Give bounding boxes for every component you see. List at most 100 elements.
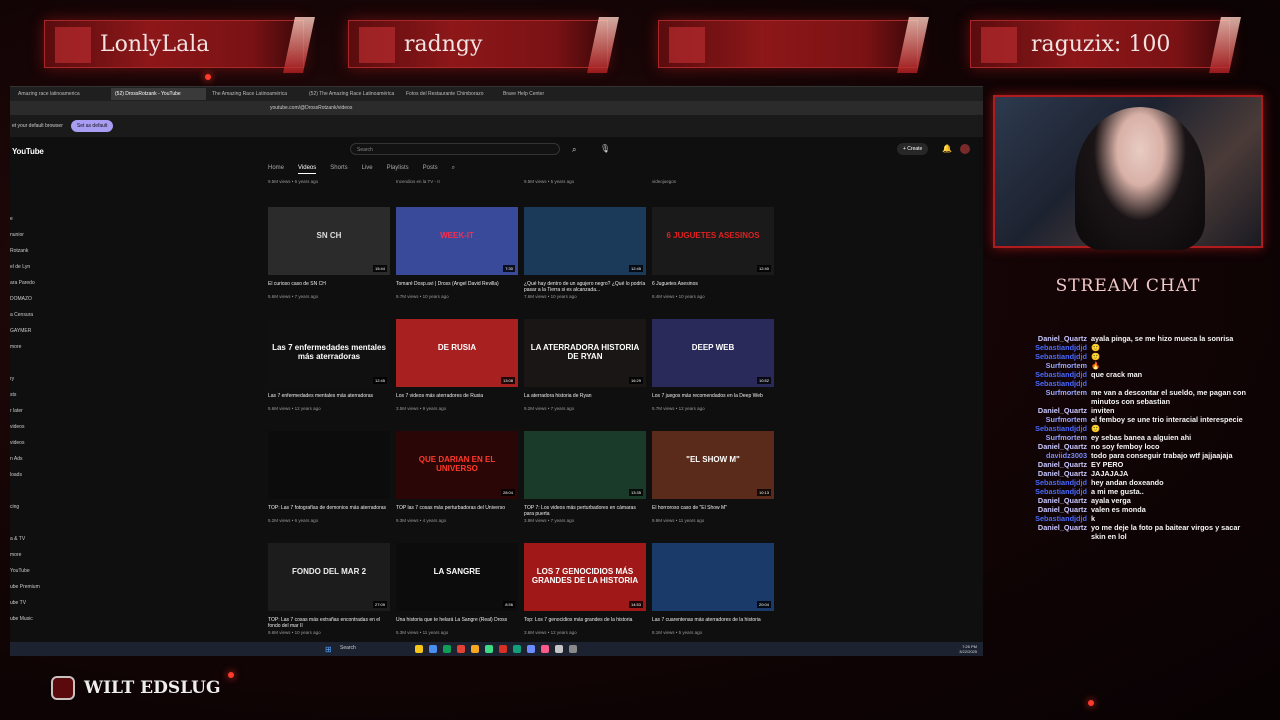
video-thumbnail[interactable]: WEEK-IT 7:30 xyxy=(396,207,518,275)
video-title[interactable]: TOP 7: Los videos más perturbadores en c… xyxy=(524,505,646,517)
video-title[interactable]: La aterradora historia de Ryan xyxy=(524,393,646,405)
mic-icon[interactable]: 🎙 xyxy=(600,144,610,153)
chat-username[interactable]: Surfmortem xyxy=(995,433,1091,442)
taskbar-app-icon[interactable] xyxy=(471,645,479,653)
video-card[interactable]: Las 7 enfermedades mentales más aterrado… xyxy=(268,319,390,411)
browser-tab[interactable]: Brave Help Center xyxy=(499,88,594,100)
video-title[interactable]: TOP: Las 7 fotografías de demonios más a… xyxy=(268,505,390,517)
video-title[interactable]: Las 7 enfermedades mentales más aterrado… xyxy=(268,393,390,405)
sidebar-item[interactable]: n Ads xyxy=(10,451,64,467)
video-thumbnail[interactable]: LOS 7 GENOCIDIOS MÁS GRANDES DE LA HISTO… xyxy=(524,543,646,611)
taskbar-app-icon[interactable] xyxy=(513,645,521,653)
taskbar-app-icon[interactable] xyxy=(527,645,535,653)
sidebar-item[interactable]: Rotzank xyxy=(10,243,64,259)
sidebar-item[interactable]: nunior xyxy=(10,227,64,243)
chat-username[interactable]: Surfmortem xyxy=(995,388,1091,406)
video-title[interactable]: Los 7 videos más aterradores de Rusia xyxy=(396,393,518,405)
tab-shorts[interactable]: Shorts xyxy=(330,165,347,174)
video-card[interactable]: DE RUSIA 13:08 Los 7 videos más aterradore… xyxy=(396,319,518,411)
chat-username[interactable]: Sebastiandjdjd xyxy=(995,370,1091,379)
sidebar-item[interactable]: a & TV xyxy=(10,531,64,547)
sidebar-item[interactable]: YouTube xyxy=(10,563,64,579)
video-card[interactable]: LA SANGRE 8:56 Una historia que te helará … xyxy=(396,543,518,635)
sidebar-item[interactable]: loads xyxy=(10,467,64,483)
chat-username[interactable]: Sebastiandjdjd xyxy=(995,352,1091,361)
browser-tab[interactable]: (52) DrossRotzank - YouTube xyxy=(111,88,206,100)
taskbar-app-icon[interactable] xyxy=(569,645,577,653)
tab-posts[interactable]: Posts xyxy=(423,165,438,174)
chat-username[interactable]: Sebastiandjdjd xyxy=(995,478,1091,487)
taskbar-app-icon[interactable] xyxy=(485,645,493,653)
taskbar-app-icon[interactable] xyxy=(429,645,437,653)
video-thumbnail[interactable]: FONDO DEL MAR 2 27:09 xyxy=(268,543,390,611)
video-title[interactable]: Las 7 cuarentenas más aterradores de la … xyxy=(652,617,774,629)
address-bar[interactable]: youtube.com/@DrossRotzank/videos xyxy=(10,101,983,115)
video-title[interactable]: Los 7 juegos más recomendados en la Deep… xyxy=(652,393,774,405)
chat-username[interactable]: Sebastiandjdjd xyxy=(995,487,1091,496)
video-title[interactable]: Tomaré Dosp.avi | Dross (Angel David Rev… xyxy=(396,281,518,293)
browser-tab[interactable]: Amazing race latinoamerica xyxy=(14,88,109,100)
chat-username[interactable]: Surfmortem xyxy=(995,415,1091,424)
chat-username[interactable]: Sebastiandjdjd xyxy=(995,514,1091,523)
taskbar-clock[interactable]: 7:26 PM 3/22/2025 xyxy=(959,644,977,654)
video-card[interactable]: 12:45 ¿Qué hay dentro de un agujero negro… xyxy=(524,207,646,299)
video-thumbnail[interactable]: "EL SHOW M" 10:13 xyxy=(652,431,774,499)
video-thumbnail[interactable]: 20:04 xyxy=(652,543,774,611)
chat-username[interactable]: Sebastiandjdjd xyxy=(995,424,1091,433)
browser-tab[interactable]: (52) The Amazing Race Latinoamérica xyxy=(305,88,400,100)
sidebar-item[interactable]: el de Lyn xyxy=(10,259,64,275)
create-button[interactable]: + Create xyxy=(897,143,929,155)
sidebar-item[interactable]: ube TV xyxy=(10,595,64,611)
sidebar-item[interactable]: ube Premium xyxy=(10,579,64,595)
video-title[interactable]: TOP las 7 cosas más perturbadoras del Un… xyxy=(396,505,518,517)
sidebar-item[interactable] xyxy=(10,179,64,195)
sidebar-item[interactable] xyxy=(10,483,64,499)
video-title[interactable]: El horroroso caso de "El Show M" xyxy=(652,505,774,517)
chat-username[interactable]: Daniel_Quartz xyxy=(995,505,1091,514)
search-input[interactable]: Search xyxy=(350,143,560,155)
video-card[interactable]: LOS 7 GENOCIDIOS MÁS GRANDES DE LA HISTO… xyxy=(524,543,646,635)
taskbar-app-icon[interactable] xyxy=(457,645,465,653)
video-thumbnail[interactable]: DEEP WEB 10:52 xyxy=(652,319,774,387)
sidebar-item[interactable]: e xyxy=(10,211,64,227)
set-default-button[interactable]: Set as default xyxy=(70,120,114,132)
chat-username[interactable]: Surfmortem xyxy=(995,361,1091,370)
video-title[interactable]: El curioso caso de SN CH xyxy=(268,281,390,293)
video-thumbnail[interactable]: 13:35 xyxy=(524,431,646,499)
sidebar-item[interactable]: a Censura xyxy=(10,307,64,323)
taskbar-app-icon[interactable] xyxy=(499,645,507,653)
video-card[interactable]: FONDO DEL MAR 2 27:09 TOP: Las 7 cosas más… xyxy=(268,543,390,635)
video-title[interactable]: Incendios en la TV - II xyxy=(396,179,440,184)
tab-playlists[interactable]: Playlists xyxy=(387,165,409,174)
sidebar-item[interactable]: videos xyxy=(10,435,64,451)
taskbar-app-icon[interactable] xyxy=(443,645,451,653)
video-thumbnail[interactable]: LA SANGRE 8:56 xyxy=(396,543,518,611)
sidebar-item[interactable]: ry xyxy=(10,371,64,387)
video-thumbnail[interactable]: LA ATERRADORA HISTORIA DE RYAN 16:29 xyxy=(524,319,646,387)
chat-username[interactable]: Daniel_Quartz xyxy=(995,469,1091,478)
tab-home[interactable]: Home xyxy=(268,165,284,174)
video-card[interactable]: DEEP WEB 10:52 Los 7 juegos más recomendad… xyxy=(652,319,774,411)
sidebar-item[interactable]: more xyxy=(10,547,64,563)
video-title[interactable]: Una historia que te helará La Sangre (Re… xyxy=(396,617,518,629)
search-icon[interactable]: ⌕ xyxy=(572,145,576,155)
windows-start-icon[interactable]: ⊞ xyxy=(325,645,332,654)
sidebar-item[interactable] xyxy=(10,515,64,531)
video-title[interactable]: 6 Juguetes Asesinos xyxy=(652,281,774,293)
video-card[interactable]: "EL SHOW M" 10:13 El horroroso caso de "El… xyxy=(652,431,774,523)
sidebar-item[interactable]: GAYMER xyxy=(10,323,64,339)
tab-live[interactable]: Live xyxy=(362,165,373,174)
video-card[interactable]: QUE DARIAN EN EL UNIVERSO 28:04 TOP las 7 … xyxy=(396,431,518,523)
sidebar-item[interactable]: videos xyxy=(10,419,64,435)
chat-username[interactable]: Daniel_Quartz xyxy=(995,406,1091,415)
url-text[interactable]: youtube.com/@DrossRotzank/videos xyxy=(270,105,710,111)
sidebar-item[interactable]: cing xyxy=(10,499,64,515)
video-thumbnail[interactable]: 6 JUGUETES ASESINOS 12:40 xyxy=(652,207,774,275)
chat-username[interactable]: daviidz3003 xyxy=(995,451,1091,460)
chat-username[interactable]: Daniel_Quartz xyxy=(995,460,1091,469)
chat-username[interactable]: Sebastiandjdjd xyxy=(995,343,1091,352)
video-card[interactable]: 6 JUGUETES ASESINOS 12:40 6 Juguetes Asesi… xyxy=(652,207,774,299)
taskbar-app-icon[interactable] xyxy=(415,645,423,653)
video-title[interactable]: Top: Los 7 genocidios más grandes de la … xyxy=(524,617,646,629)
chat-username[interactable]: Sebastiandjdjd xyxy=(995,379,1091,388)
